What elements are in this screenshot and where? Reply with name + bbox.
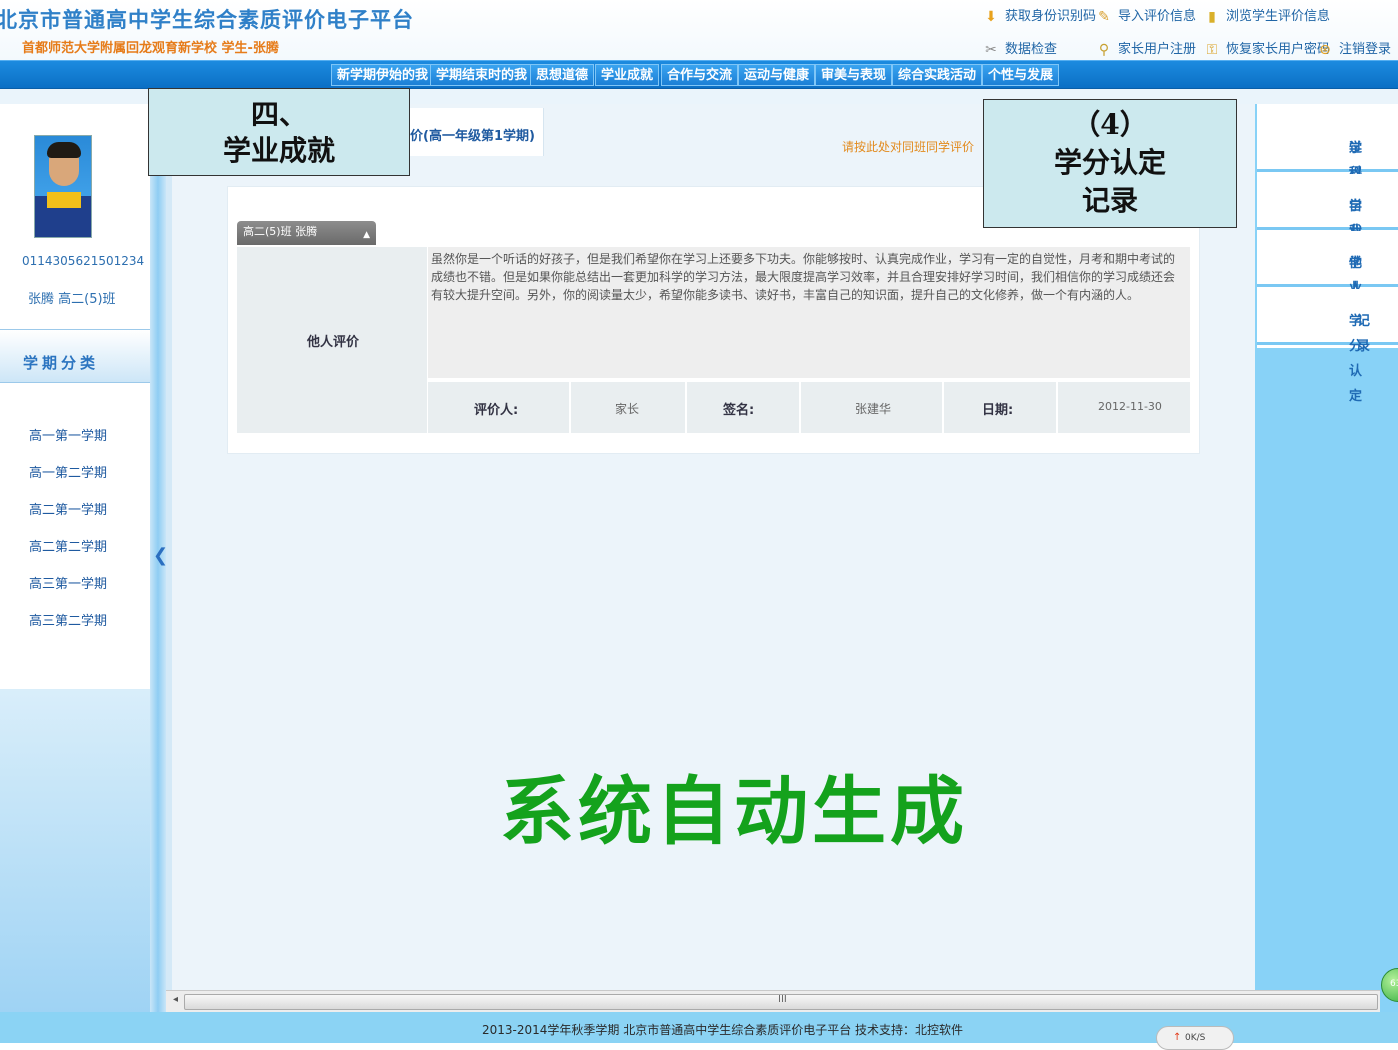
nav-personality[interactable]: 个性与发展 <box>982 64 1060 86</box>
date-value-cell: 2012-11-30 <box>1058 382 1190 433</box>
menu-credit-record[interactable]: 学分认定记 录 <box>1257 289 1398 404</box>
footer-text: 2013-2014学年秋季学期 北京市普通高中学生综合素质评价电子平台 技术支持… <box>482 1023 964 1037</box>
nav-moral[interactable]: 思想道德 <box>530 64 595 86</box>
semester-link[interactable]: 高三第一学期 <box>29 573 107 592</box>
site-title: 北京市普通高中学生综合素质评价电子平台 <box>0 7 414 32</box>
arrow-up-icon: ↑ <box>1173 1032 1182 1043</box>
menu-self-eval[interactable]: 学业情感自我评价 <box>1257 174 1398 289</box>
book-icon: ▮ <box>1208 8 1216 25</box>
callout-academic: 四、 学业成就 <box>148 88 410 176</box>
callout-credit: （4） 学分认定 记录 <box>983 99 1237 228</box>
key-icon: ⚿ <box>1206 41 1218 58</box>
browse-eval-link[interactable]: ▮ 浏览学生评价信息 <box>1203 5 1330 26</box>
main-nav: 新学期伊始的我 学期结束时的我 思想道德 学业成就 合作与交流 运动与健康 审美… <box>0 60 1398 89</box>
semester-title: 学期分类 <box>23 354 100 372</box>
semester-link[interactable]: 高二第二学期 <box>29 536 107 555</box>
scroll-left-icon[interactable]: ◂ <box>173 994 178 1005</box>
scrollbar-grip: III <box>778 994 787 1005</box>
net-speed-widget[interactable]: ↑ 0K/S <box>1156 1026 1234 1050</box>
nav-semester-end[interactable]: 学期结束时的我 <box>430 64 534 86</box>
semester-link[interactable]: 高二第一学期 <box>29 499 107 518</box>
site-subtitle: 首都师范大学附属回龙观育新学校 学生-张腾 <box>22 41 279 56</box>
evaluator-label-cell: 评价人: <box>428 382 569 433</box>
wrench-icon: ✂ <box>985 41 997 58</box>
left-sidebar-bottom <box>0 689 150 1012</box>
parent-register-link[interactable]: ⚲ 家长用户注册 <box>1095 38 1196 59</box>
get-id-code-link[interactable]: ⬇ 获取身份识别码 <box>982 5 1096 26</box>
semester-tab-label: 价(高一年级第1学期) <box>410 129 535 144</box>
logout-link[interactable]: ⊛ 注销登录 <box>1316 38 1391 59</box>
student-name-class: 张腾 高二(5)班 <box>28 292 116 307</box>
menu-other-eval[interactable]: 学业情感他人评价 <box>1257 231 1398 346</box>
nav-practice[interactable]: 综合实践活动 <box>892 64 983 86</box>
nav-new-semester[interactable]: 新学期伊始的我 <box>331 64 435 86</box>
class-tab[interactable]: 高二(5)班 张腾 ▲ <box>237 221 376 245</box>
date-label-cell: 日期: <box>944 382 1056 433</box>
logout-icon: ⊛ <box>1319 41 1331 58</box>
student-photo <box>34 135 92 238</box>
user-add-icon: ⚲ <box>1098 41 1110 58</box>
signature-label-cell: 签名: <box>687 382 799 433</box>
import-eval-link[interactable]: ✎ 导入评价信息 <box>1095 5 1196 26</box>
nav-aesthetics[interactable]: 审美与表现 <box>815 64 893 86</box>
nav-sports[interactable]: 运动与健康 <box>738 64 816 86</box>
semester-link[interactable]: 高三第二学期 <box>29 610 107 629</box>
import-icon: ✎ <box>1098 8 1110 25</box>
auto-generated-label: 系统自动生成 <box>500 769 968 855</box>
eval-comment: 虽然你是一个听话的好孩子，但是我们希望你在学习上还要多下功夫。你能够按时、认真完… <box>431 252 1176 302</box>
horizontal-scrollbar[interactable]: ◂ III <box>166 990 1380 1012</box>
signature-value-cell: 张建华 <box>801 382 942 433</box>
student-id: 0114305621501234 <box>22 254 145 268</box>
evaluator-value-cell: 家长 <box>571 382 685 433</box>
row-label-cell: 他人评价 <box>237 247 427 433</box>
data-check-link[interactable]: ✂ 数据检查 <box>982 38 1057 59</box>
semester-link[interactable]: 高一第二学期 <box>29 462 107 481</box>
collapse-triangle-icon: ▲ <box>363 230 370 240</box>
peer-eval-link[interactable]: 请按此处对同班同学评价 <box>842 138 974 155</box>
menu-subject-process[interactable]: 学科学习过程记录 <box>1257 116 1398 231</box>
other-eval-label: 他人评价 <box>307 335 360 350</box>
nav-academic[interactable]: 学业成就 <box>595 64 660 86</box>
recover-password-link[interactable]: ⚿ 恢复家长用户密码 <box>1203 38 1330 59</box>
download-icon: ⬇ <box>985 8 997 25</box>
semester-link[interactable]: 高一第一学期 <box>29 425 107 444</box>
nav-cooperation[interactable]: 合作与交流 <box>661 64 739 86</box>
